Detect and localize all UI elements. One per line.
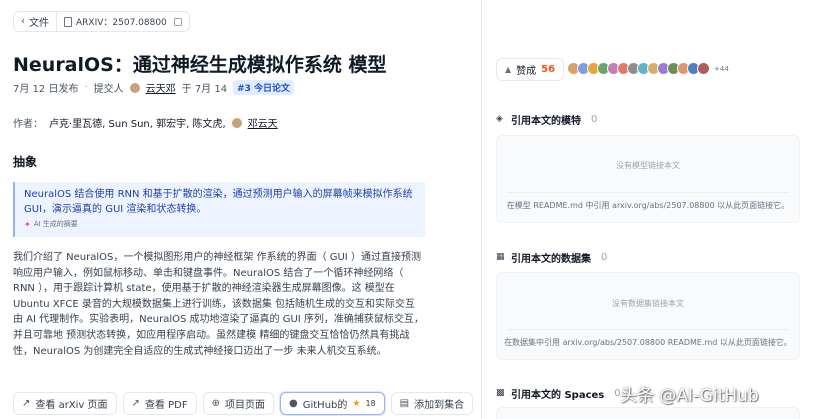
upvote-label: 赞成 bbox=[516, 66, 537, 77]
spaces-box bbox=[496, 407, 800, 419]
breadcrumb: ‹ 文件 ARXIV：2507.08800 bbox=[13, 11, 190, 32]
upvoters-more-count[interactable]: +44 bbox=[714, 65, 729, 73]
models-box-divider bbox=[507, 192, 789, 193]
paper-page: ‹ 文件 ARXIV：2507.08800 NeuralOS：通过神经生成模拟作… bbox=[0, 0, 819, 419]
upvoter-avatars[interactable]: +44 bbox=[567, 62, 729, 75]
submitted-by-label: 提交人 bbox=[93, 84, 124, 95]
models-title-label: 引用本文的模特 bbox=[511, 116, 581, 127]
back-to-papers-link[interactable]: ‹ 文件 bbox=[14, 12, 56, 31]
abstract-text: 我们介绍了 NeuralOS，一个模拟图形用户的神经框架 作系统的界面（ GUI… bbox=[13, 252, 424, 357]
ai-generated-label: AI 生成的摘要 bbox=[33, 220, 78, 228]
authors-label: 作者： bbox=[13, 119, 43, 130]
authors-row: 作者： 卢克·里瓦德, Sun Sun, 郭宏宇, 陈文虎, 邓云天 bbox=[13, 115, 278, 130]
author-avatar bbox=[231, 117, 242, 128]
view-pdf-label: 查看 PDF bbox=[144, 400, 188, 411]
datasets-section-title: ▦ 引用本文的数据集 0 bbox=[496, 250, 607, 265]
upvote-count: 56 bbox=[541, 64, 556, 75]
spaces-title-label: 引用本文的 Spaces bbox=[511, 390, 605, 401]
submitter-avatar bbox=[129, 82, 140, 93]
models-count: 0 bbox=[591, 114, 598, 125]
cube-icon: ◈ bbox=[496, 114, 503, 124]
arxiv-id: ARXIV：2507.08800 bbox=[57, 12, 189, 31]
datasets-hint-text: 在数据集中引用 arxiv.org/abs/2507.08800 README.… bbox=[504, 338, 792, 347]
meta-separator: · bbox=[84, 82, 88, 93]
datasets-empty-text: 没有数据集链接本文 bbox=[612, 299, 684, 308]
back-label: 文件 bbox=[29, 18, 49, 29]
author-link-last[interactable]: 邓云天 bbox=[248, 115, 278, 130]
watermark-text: 头条 @AI-GitHub bbox=[620, 386, 759, 406]
paper-meta: 7月 12 日发布 · 提交人 云天邓 于 7月 14 #3 今日论文 bbox=[13, 80, 295, 95]
github-star-count: 18 bbox=[365, 399, 376, 408]
arrow-up-right-icon: ↗ bbox=[22, 398, 31, 409]
arxiv-id-label: ARXIV：2507.08800 bbox=[76, 18, 167, 28]
star-icon: ★ bbox=[352, 398, 361, 409]
ai-generated-note: ✦ AI 生成的摘要 bbox=[24, 219, 416, 229]
view-arxiv-button[interactable]: ↗ 查看 arXiv 页面 bbox=[13, 392, 117, 415]
datasets-box-divider bbox=[507, 329, 789, 330]
page-title: NeuralOS：通过神经生成模拟作系统 模型 bbox=[13, 54, 387, 76]
add-to-collection-label: 添加到集合 bbox=[414, 400, 465, 411]
datasets-count: 0 bbox=[601, 252, 608, 263]
submitted-date: 于 7月 14 bbox=[181, 84, 228, 95]
ai-summary: NeuralOS 结合使用 RNN 和基于扩散的渲染，通过预测用户输入的屏幕帧来… bbox=[13, 182, 425, 237]
sparkle-icon: ✦ bbox=[24, 219, 31, 229]
author-list[interactable]: 卢克·里瓦德, Sun Sun, 郭宏宇, 陈文虎, bbox=[49, 115, 226, 130]
published-date: 7月 12 日发布 bbox=[13, 84, 79, 95]
daily-rank-badge[interactable]: #3 今日论文 bbox=[233, 80, 295, 95]
ai-summary-text: NeuralOS 结合使用 RNN 和基于扩散的渲染，通过预测用户输入的屏幕帧来… bbox=[24, 189, 413, 215]
github-button[interactable]: ● GitHub的 ★ 18 bbox=[280, 392, 385, 415]
view-pdf-button[interactable]: ↗ 查看 PDF bbox=[122, 392, 197, 415]
collection-icon: ▤ bbox=[399, 398, 410, 409]
add-to-collection-button[interactable]: ▤ 添加到集合 bbox=[390, 392, 474, 415]
document-icon bbox=[64, 16, 72, 27]
grid-icon: ▩ bbox=[496, 388, 505, 398]
models-section-title: ◈ 引用本文的模特 0 bbox=[496, 112, 597, 127]
action-bar: ↗ 查看 arXiv 页面 ↗ 查看 PDF ⊕ 项目页面 ● GitHub的 … bbox=[13, 392, 474, 415]
view-arxiv-label: 查看 arXiv 页面 bbox=[35, 400, 108, 411]
paper-sidebar: ▲ 赞成 56 +44 ◈ 引用本文的模特 0 没有模型链接本文 在模型 REA… bbox=[482, 0, 819, 419]
abstract-heading: 抽象 bbox=[13, 155, 38, 169]
upvoter-avatar[interactable] bbox=[697, 62, 710, 75]
submitter-link[interactable]: 云天邓 bbox=[146, 80, 176, 95]
datasets-box: 没有数据集链接本文 在数据集中引用 arxiv.org/abs/2507.088… bbox=[496, 272, 800, 360]
github-label: GitHub的 bbox=[302, 400, 348, 411]
datasets-title-label: 引用本文的数据集 bbox=[511, 254, 591, 265]
spaces-section-title: ▩ 引用本文的 Spaces 0 bbox=[496, 386, 621, 401]
models-empty-text: 没有模型链接本文 bbox=[616, 161, 680, 170]
database-icon: ▦ bbox=[496, 252, 505, 262]
project-page-label: 项目页面 bbox=[225, 400, 265, 411]
github-icon: ● bbox=[289, 398, 298, 409]
project-page-button[interactable]: ⊕ 项目页面 bbox=[202, 392, 274, 415]
models-hint-text: 在模型 README.md 中引用 arxiv.org/abs/2507.088… bbox=[506, 201, 790, 210]
globe-icon: ⊕ bbox=[211, 398, 220, 409]
copy-icon[interactable] bbox=[173, 17, 182, 26]
upvote-button[interactable]: ▲ 赞成 56 bbox=[496, 58, 565, 81]
paper-main: ‹ 文件 ARXIV：2507.08800 NeuralOS：通过神经生成模拟作… bbox=[0, 0, 481, 419]
triangle-up-icon: ▲ bbox=[505, 65, 512, 74]
arrow-up-right-icon: ↗ bbox=[131, 398, 140, 409]
models-box: 没有模型链接本文 在模型 README.md 中引用 arxiv.org/abs… bbox=[496, 135, 800, 223]
chevron-left-icon: ‹ bbox=[21, 16, 25, 27]
